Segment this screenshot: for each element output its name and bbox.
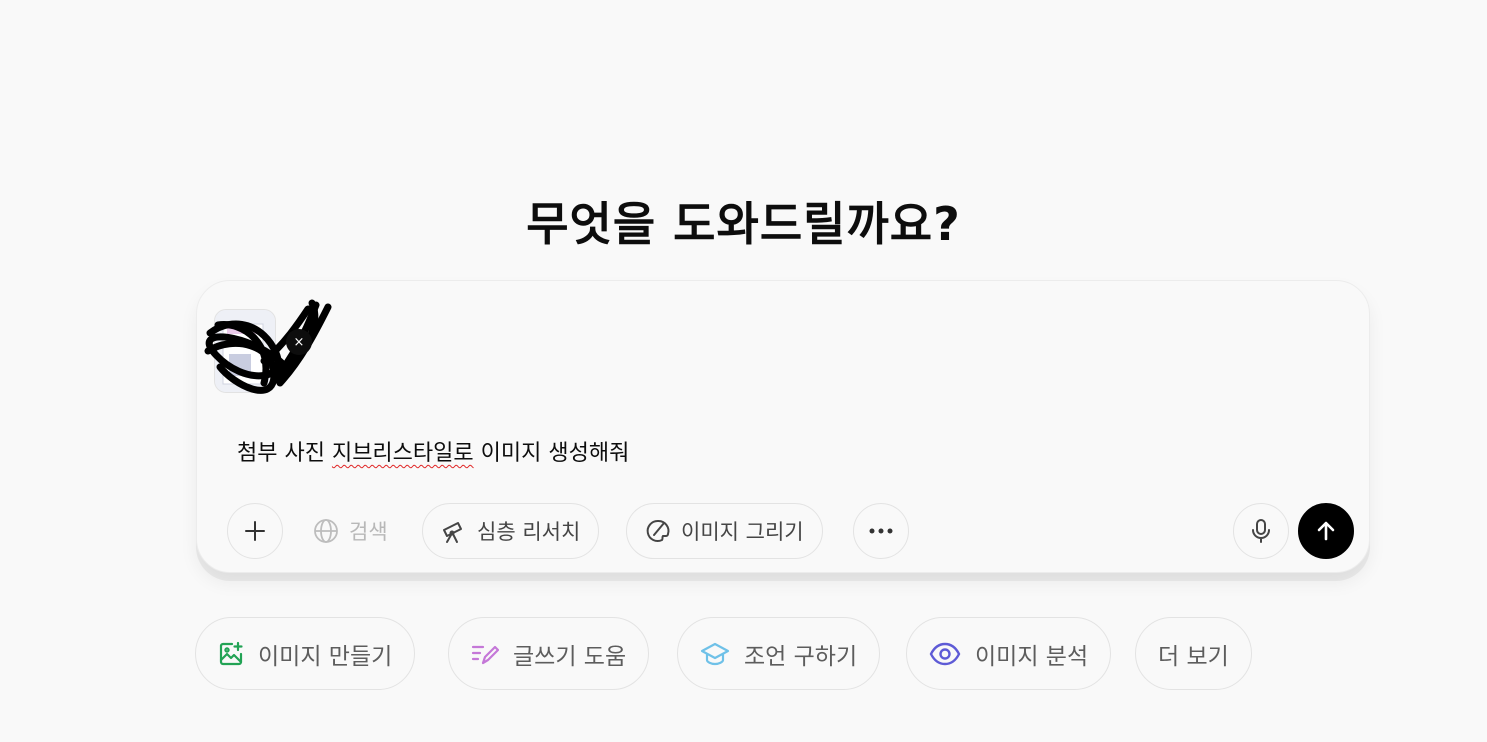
deep-research-label: 심층 리서치	[477, 520, 581, 544]
telescope-icon	[441, 518, 467, 544]
microphone-icon	[1249, 518, 1273, 544]
search-label: 검색	[349, 520, 388, 544]
more-tools-button[interactable]	[853, 503, 909, 559]
add-attachment-button[interactable]	[227, 503, 283, 559]
prompt-input[interactable]: 첨부 사진 지브리스타일로 이미지 생성해줘	[237, 435, 629, 467]
remove-attachment-icon[interactable]: ×	[286, 329, 312, 355]
suggestion-more[interactable]: 더 보기	[1135, 617, 1252, 690]
plus-icon	[243, 519, 267, 543]
more-horizontal-icon	[868, 527, 894, 535]
suggestion-label: 이미지 만들기	[258, 643, 393, 670]
eye-icon	[929, 642, 961, 666]
prompt-text-after: 이미지 생성해줘	[473, 441, 630, 466]
suggestion-writing-help[interactable]: 글쓰기 도움	[448, 617, 650, 690]
search-button[interactable]: 검색	[295, 503, 406, 559]
paint-palette-icon	[645, 518, 671, 544]
send-button[interactable]	[1298, 503, 1354, 559]
deep-research-button[interactable]: 심층 리서치	[422, 503, 600, 559]
attachment-preview[interactable]: ×	[204, 299, 332, 394]
voice-input-button[interactable]	[1233, 503, 1289, 559]
suggestion-label: 조언 구하기	[744, 643, 858, 670]
globe-icon	[313, 518, 339, 544]
redaction-scribble	[204, 299, 332, 394]
suggestion-get-advice[interactable]: 조언 구하기	[677, 617, 881, 690]
suggestion-label: 이미지 분석	[975, 643, 1089, 670]
suggestion-label: 글쓰기 도움	[513, 643, 627, 670]
graduation-cap-icon	[700, 641, 730, 667]
chat-home-page: 무엇을 도와드릴까요? × 첨부 사진 지브리스타일로 이미지 생성해줘 검색 …	[0, 0, 1487, 742]
suggestion-label: 더 보기	[1158, 643, 1229, 670]
prompt-misspelled-word: 지브리스타일로	[331, 441, 474, 466]
message-composer: × 첨부 사진 지브리스타일로 이미지 생성해줘 검색 심층 리서치 이미지 그…	[196, 280, 1370, 573]
draw-image-button[interactable]: 이미지 그리기	[626, 503, 823, 559]
pen-icon	[471, 641, 499, 667]
page-title: 무엇을 도와드릴까요?	[526, 197, 961, 251]
arrow-up-icon	[1314, 519, 1338, 543]
prompt-text-before: 첨부 사진	[237, 441, 332, 466]
suggestion-create-image[interactable]: 이미지 만들기	[195, 617, 416, 690]
draw-image-label: 이미지 그리기	[681, 520, 804, 544]
composer-toolbar: 검색 심층 리서치 이미지 그리기	[227, 503, 1354, 559]
image-create-icon	[218, 641, 244, 667]
suggestion-analyze-image[interactable]: 이미지 분석	[906, 617, 1112, 690]
